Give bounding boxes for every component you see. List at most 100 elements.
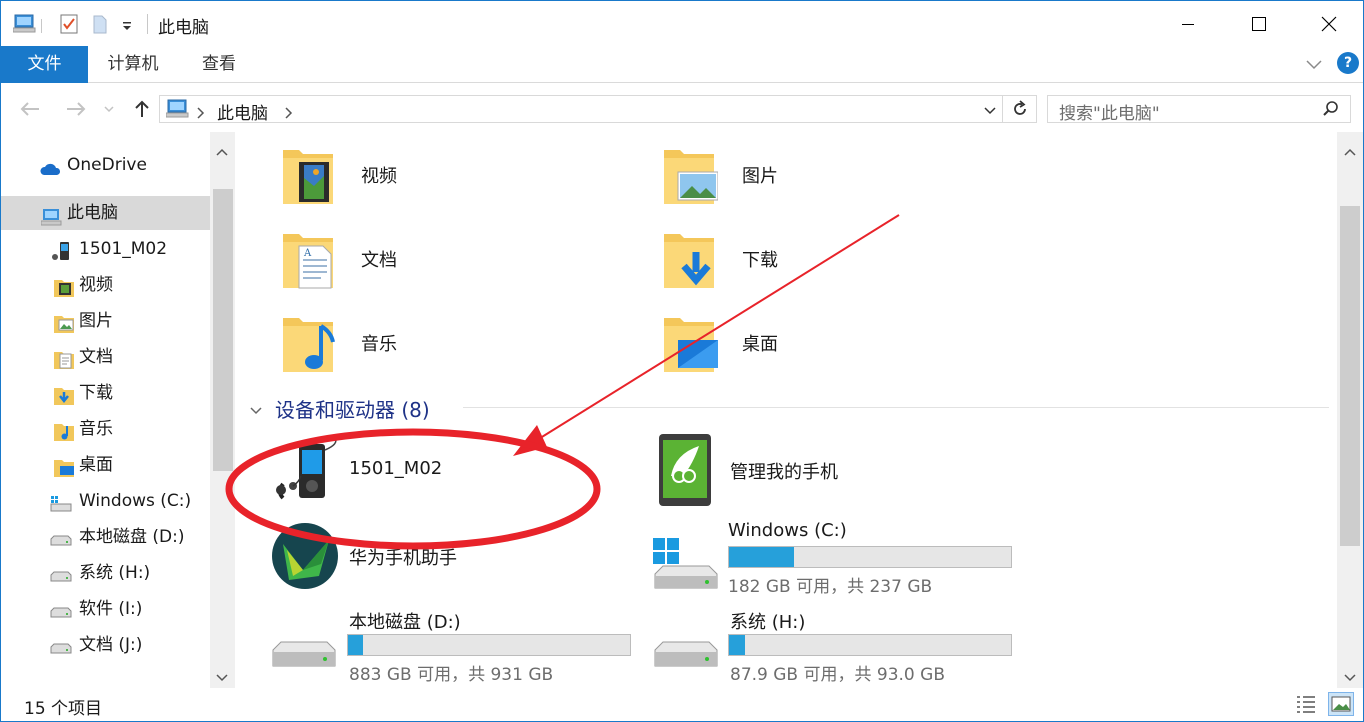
drive-usage-bar [728, 634, 1012, 656]
downloads-folder-icon [662, 228, 718, 292]
sidebar-item-videos[interactable]: 视频 [1, 268, 210, 302]
folder-pictures[interactable]: 图片 [662, 144, 1022, 214]
sidebar-item-drive-d[interactable]: 本地磁盘 (D:) [1, 520, 210, 554]
videos-folder-icon [53, 276, 74, 297]
drive-free-space: 87.9 GB 可用，共 93.0 GB [730, 665, 945, 685]
sidebar-item-music[interactable]: 音乐 [1, 412, 210, 446]
back-button[interactable] [17, 96, 43, 122]
scroll-up-icon[interactable] [216, 142, 228, 161]
device-label: 华为手机助手 [349, 548, 457, 569]
pictures-folder-icon [53, 312, 74, 333]
sidebar-item-drive-c[interactable]: Windows (C:) [1, 484, 210, 518]
devices-group-header[interactable]: 设备和驱动器 (8) [249, 394, 1329, 422]
documents-folder-icon: A [281, 228, 337, 292]
details-view-icon[interactable] [1295, 694, 1317, 718]
sidebar-item-pictures[interactable]: 图片 [1, 304, 210, 338]
tab-view[interactable]: 查看 [186, 46, 252, 83]
expand-ribbon-button[interactable] [1301, 52, 1327, 76]
help-button[interactable]: ? [1337, 52, 1359, 74]
drive-h[interactable]: 系统 (H:) 87.9 GB 可用，共 93.0 GB [653, 606, 1033, 686]
sidebar-item-drive-j[interactable]: 文档 (J:) [1, 628, 210, 662]
sidebar-item-this-pc[interactable]: 此电脑 [1, 196, 210, 230]
new-folder-icon[interactable] [91, 13, 109, 35]
drive-free-space: 883 GB 可用，共 931 GB [349, 665, 554, 685]
sidebar-item-desktop[interactable]: 桌面 [1, 448, 210, 482]
forward-button[interactable] [63, 96, 89, 122]
properties-icon[interactable] [59, 13, 79, 35]
item-count: 15 个项目 [24, 699, 103, 719]
phone-manager-icon [657, 432, 713, 512]
drive-usage-fill [729, 635, 745, 655]
windows-drive-icon [49, 492, 72, 512]
folder-videos[interactable]: 视频 [281, 144, 641, 214]
device-label: 管理我的手机 [730, 462, 838, 483]
sidebar-scroll-thumb[interactable] [213, 189, 233, 471]
computer-icon [165, 99, 190, 123]
sidebar-item-label: 文档 (J:) [79, 635, 143, 655]
chevron-down-icon [104, 106, 114, 113]
search-input[interactable]: 搜索"此电脑" [1047, 95, 1351, 124]
maximize-button[interactable] [1236, 1, 1282, 46]
sidebar-item-downloads[interactable]: 下载 [1, 376, 210, 410]
close-button[interactable] [1306, 1, 1352, 46]
folder-label: 图片 [742, 166, 778, 187]
search-icon[interactable] [1322, 100, 1340, 122]
up-button[interactable] [129, 96, 155, 122]
scroll-down-icon[interactable] [216, 668, 228, 687]
folder-music[interactable]: 音乐 [281, 312, 641, 382]
refresh-icon[interactable] [1011, 100, 1029, 122]
music-folder-icon [281, 312, 337, 376]
file-explorer-window: 此电脑 文件 计算机 查看 ? 此电脑 搜索"此电脑" OneDrive 此电脑… [0, 0, 1364, 722]
videos-folder-icon [281, 144, 337, 208]
sidebar-item-label: 图片 [79, 311, 113, 331]
computer-icon[interactable] [12, 13, 37, 35]
title-bar: 此电脑 [1, 1, 1363, 46]
drive-label: 系统 (H:) [730, 612, 806, 633]
device-1501-m02[interactable]: 1501_M02 [269, 436, 649, 506]
breadcrumb[interactable]: 此电脑 [217, 99, 268, 124]
sidebar-item-1501-m02[interactable]: 1501_M02 [1, 232, 210, 266]
drive-label: Windows (C:) [728, 520, 847, 541]
cloud-icon [39, 156, 61, 175]
sidebar-item-drive-i[interactable]: 软件 (I:) [1, 592, 210, 626]
sidebar-item-label: 系统 (H:) [79, 563, 151, 583]
tab-computer[interactable]: 计算机 [95, 46, 171, 83]
sidebar-item-label: 软件 (I:) [79, 599, 143, 619]
windows-drive-icon [653, 538, 719, 596]
sidebar-item-drive-h[interactable]: 系统 (H:) [1, 556, 210, 590]
folder-downloads[interactable]: 下载 [662, 228, 1022, 298]
drive-icon [49, 600, 72, 618]
music-folder-icon [53, 420, 74, 441]
large-icons-view-button[interactable] [1328, 692, 1354, 716]
drive-d[interactable]: 本地磁盘 (D:) 883 GB 可用，共 931 GB [271, 606, 651, 686]
sidebar-item-documents[interactable]: 文档 [1, 340, 210, 374]
scroll-down-icon[interactable] [1344, 668, 1356, 687]
address-bar[interactable]: 此电脑 [159, 95, 1037, 124]
sidebar-item-onedrive[interactable]: OneDrive [1, 148, 210, 182]
up-arrow-icon [135, 100, 149, 117]
minimize-button[interactable] [1165, 1, 1211, 46]
tab-file[interactable]: 文件 [1, 46, 88, 83]
drive-usage-bar [347, 634, 631, 656]
sidebar-item-label: 桌面 [79, 455, 113, 475]
folder-label: 桌面 [742, 334, 778, 355]
drive-c[interactable]: Windows (C:) 182 GB 可用，共 237 GB [653, 518, 1033, 598]
folder-documents[interactable]: A 文档 [281, 228, 641, 298]
customize-toolbar-chevron-icon[interactable] [121, 17, 133, 39]
address-history-chevron-icon[interactable] [982, 103, 998, 122]
folder-label: 视频 [361, 166, 397, 187]
recent-locations-button[interactable] [101, 96, 117, 122]
device-huawei-assistant[interactable]: 华为手机助手 [271, 522, 651, 592]
scroll-up-icon[interactable] [1344, 142, 1356, 161]
sidebar-item-label: 视频 [79, 275, 113, 295]
breadcrumb-separator-icon[interactable] [284, 104, 294, 123]
minimize-icon [1182, 23, 1194, 25]
sidebar-item-label: 文档 [79, 347, 113, 367]
device-phone-manager[interactable]: 管理我的手机 [657, 432, 1037, 512]
folder-desktop[interactable]: 桌面 [662, 312, 1022, 382]
portable-device-icon [51, 240, 71, 260]
forward-arrow-icon [67, 102, 86, 116]
close-icon [1321, 16, 1337, 31]
breadcrumb-separator-icon[interactable] [196, 104, 206, 123]
content-scroll-thumb[interactable] [1340, 206, 1360, 546]
